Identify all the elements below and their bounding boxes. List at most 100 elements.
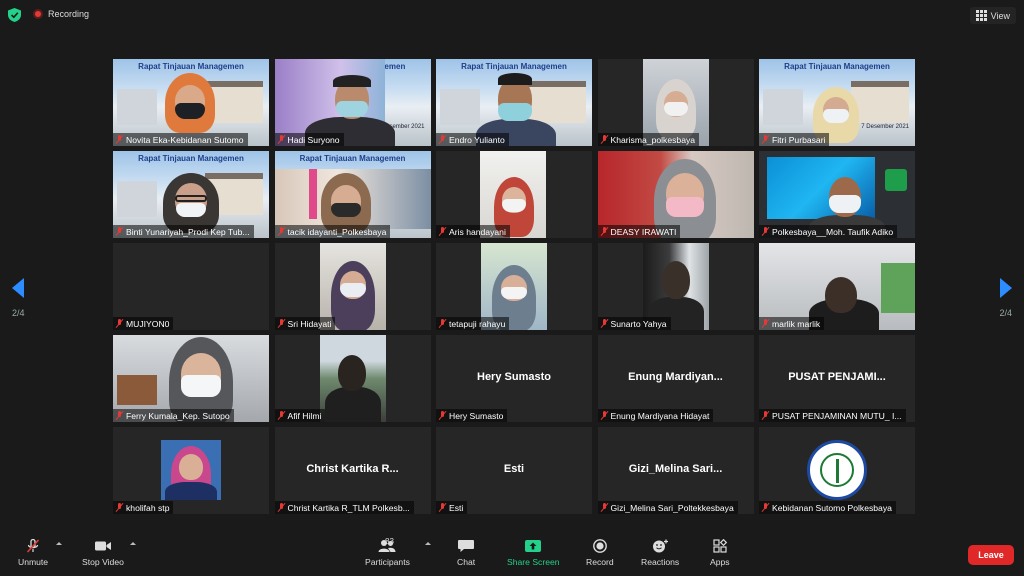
audio-options-caret-icon[interactable] bbox=[56, 542, 62, 545]
top-bar: Recording View bbox=[0, 0, 1024, 30]
leave-meeting-button[interactable]: Leave bbox=[968, 545, 1014, 565]
participant-name-bar: Kharisma_polkesbaya bbox=[597, 133, 700, 146]
arrow-left-icon[interactable] bbox=[12, 278, 25, 298]
participant-tile[interactable]: Gizi_Melina Sari... Gizi_Melina Sari_Pol… bbox=[597, 427, 754, 514]
mic-muted-icon bbox=[762, 503, 769, 512]
virtual-background-title: Rapat Tinjauan Managemen bbox=[784, 62, 890, 71]
participant-name-bar: MUJIYON0 bbox=[113, 317, 174, 330]
participant-tile[interactable]: Enung Mardiyan... Enung Mardiyana Hidaya… bbox=[597, 335, 754, 422]
participant-tile[interactable]: Esti Esti bbox=[436, 427, 592, 514]
participant-name: MUJIYON0 bbox=[126, 318, 170, 329]
reactions-button[interactable]: Reactions bbox=[641, 539, 679, 567]
participant-tile[interactable]: Hery Sumasto Hery Sumasto bbox=[436, 335, 592, 422]
view-button[interactable]: View bbox=[969, 7, 1016, 24]
meeting-toolbar: Unmute Stop Video 83 Participants Chat S… bbox=[0, 536, 1024, 576]
participant-tile[interactable]: Sri Hidayati bbox=[274, 243, 431, 330]
apps-label: Apps bbox=[710, 557, 730, 567]
participant-name: Sunarto Yahya bbox=[610, 318, 667, 329]
unmute-button[interactable]: Unmute bbox=[18, 539, 48, 567]
participant-name: DEASY IRAWATI bbox=[610, 226, 677, 237]
participant-tile[interactable]: Rapat Tinjauan Managemen Binti Yunariyah… bbox=[113, 151, 269, 238]
participant-name: Esti bbox=[449, 502, 464, 513]
participant-name: Endro Yulianto bbox=[449, 134, 505, 145]
video-camera-icon bbox=[94, 541, 111, 551]
participant-tile[interactable]: Sunarto Yahya bbox=[597, 243, 754, 330]
participant-name: Enung Mardiyana Hidayat bbox=[610, 410, 710, 421]
chat-button[interactable]: Chat bbox=[457, 539, 475, 567]
mic-muted-icon bbox=[439, 503, 446, 512]
participant-tile[interactable]: PUSAT PENJAMI... PUSAT PENJAMINAN MUTU_ … bbox=[759, 335, 915, 422]
mic-muted-icon bbox=[762, 135, 769, 144]
arrow-right-icon[interactable] bbox=[999, 278, 1012, 298]
mic-muted-icon bbox=[762, 319, 769, 328]
participant-name-bar: Esti bbox=[436, 501, 468, 514]
participant-tile[interactable]: tetapuji rahayu bbox=[436, 243, 592, 330]
zoom-meeting-window: Recording View 2/4 2/4 Rapat Tinjauan Ma… bbox=[0, 0, 1024, 576]
participant-tile[interactable]: Rapat Tinjauan Managemen Endro Yulianto bbox=[436, 59, 592, 146]
participant-name: Kharisma_polkesbaya bbox=[610, 134, 696, 145]
participant-tile[interactable]: Rapat Tinjauan Managemen 7 Desember 2021… bbox=[759, 59, 915, 146]
mic-muted-icon bbox=[439, 227, 446, 236]
participants-button[interactable]: 83 Participants bbox=[365, 537, 410, 567]
participant-name-bar: marlik marlik bbox=[759, 317, 825, 330]
participants-options-caret-icon[interactable] bbox=[425, 542, 431, 545]
participant-tile[interactable]: Christ Kartika R... Christ Kartika R_TLM… bbox=[274, 427, 431, 514]
participant-tile[interactable]: Rapat Tinjauan Managemen Novita Eka-Kebi… bbox=[113, 59, 269, 146]
participant-tile[interactable]: marlik marlik bbox=[759, 243, 915, 330]
background-date: 7 Desember 2021 bbox=[861, 124, 909, 130]
record-icon bbox=[592, 539, 607, 553]
recording-indicator[interactable]: Recording bbox=[33, 9, 89, 19]
participant-name-bar: Endro Yulianto bbox=[436, 133, 509, 146]
microphone-muted-icon bbox=[26, 539, 40, 553]
participant-tile[interactable]: Ferry Kumala_Kep. Sutopo bbox=[113, 335, 269, 422]
chat-bubble-icon bbox=[458, 540, 475, 552]
mic-muted-icon bbox=[439, 319, 446, 328]
participant-name-bar: Ferry Kumala_Kep. Sutopo bbox=[113, 409, 234, 422]
participant-name-bar: kholifah stp bbox=[113, 501, 174, 514]
virtual-background-title: Rapat Tinjauan Managemen bbox=[138, 154, 244, 163]
participant-tile[interactable]: Afif Hilmi bbox=[274, 335, 431, 422]
participant-tile[interactable]: Aris handayani bbox=[436, 151, 592, 238]
apps-button[interactable]: Apps bbox=[710, 539, 730, 567]
participant-tile[interactable]: kholifah stp bbox=[113, 427, 269, 514]
mic-muted-icon bbox=[278, 135, 285, 144]
participant-name-bar: Sri Hidayati bbox=[274, 317, 336, 330]
share-screen-label: Share Screen bbox=[507, 557, 560, 567]
virtual-background-title: Rapat Tinjauan Managemen bbox=[461, 62, 567, 71]
video-options-caret-icon[interactable] bbox=[130, 542, 136, 545]
participant-tile[interactable]: Kebidanan Sutomo Polkesbaya bbox=[759, 427, 915, 514]
record-button[interactable]: Record bbox=[586, 539, 614, 567]
mic-muted-icon bbox=[278, 411, 285, 420]
previous-page-pager[interactable]: 2/4 bbox=[12, 278, 25, 318]
participant-name: Sri Hidayati bbox=[287, 318, 332, 329]
participant-name: tacik idayanti_Polkesbaya bbox=[287, 226, 387, 237]
institution-logo-icon bbox=[807, 440, 867, 500]
next-page-pager[interactable]: 2/4 bbox=[999, 278, 1012, 318]
participant-name-bar: Hery Sumasto bbox=[436, 409, 508, 422]
participant-tile[interactable]: Polkesbaya__Moh. Taufik Adiko bbox=[759, 151, 915, 238]
participant-name: Afif Hilmi bbox=[287, 410, 322, 421]
share-screen-button[interactable]: Share Screen bbox=[507, 539, 560, 567]
stop-video-button[interactable]: Stop Video bbox=[82, 539, 124, 567]
participant-tile[interactable]: Rapat Tinjauan Managemen 7 Desember 2021… bbox=[274, 59, 431, 146]
participant-tile[interactable]: Rapat Tinjauan Managemen tacik idayanti_… bbox=[274, 151, 431, 238]
mic-muted-icon bbox=[116, 411, 123, 420]
shield-check-icon[interactable] bbox=[8, 8, 21, 22]
smiley-reaction-icon bbox=[653, 539, 669, 553]
virtual-background-title: Rapat Tinjauan Managemen bbox=[138, 62, 244, 71]
participant-name: Ferry Kumala_Kep. Sutopo bbox=[126, 410, 230, 421]
reactions-label: Reactions bbox=[641, 557, 680, 567]
participant-name: Novita Eka-Kebidanan Sutomo bbox=[126, 134, 244, 145]
participant-center-name: PUSAT PENJAMI... bbox=[788, 371, 886, 383]
participant-name-bar: Christ Kartika R_TLM Polkesb... bbox=[274, 501, 414, 514]
recording-label: Recording bbox=[48, 9, 90, 19]
participant-center-name: Hery Sumasto bbox=[477, 371, 551, 383]
participant-tile[interactable]: MUJIYON0 bbox=[113, 243, 269, 330]
page-indicator-right: 2/4 bbox=[999, 308, 1012, 318]
participant-tile[interactable]: Kharisma_polkesbaya bbox=[597, 59, 754, 146]
participant-tile[interactable]: DEASY IRAWATI bbox=[597, 151, 754, 238]
recording-dot-icon bbox=[33, 9, 43, 19]
mic-muted-icon bbox=[116, 503, 123, 512]
participant-name-bar: PUSAT PENJAMINAN MUTU_ I... bbox=[759, 409, 906, 422]
stop-video-label: Stop Video bbox=[82, 557, 124, 567]
